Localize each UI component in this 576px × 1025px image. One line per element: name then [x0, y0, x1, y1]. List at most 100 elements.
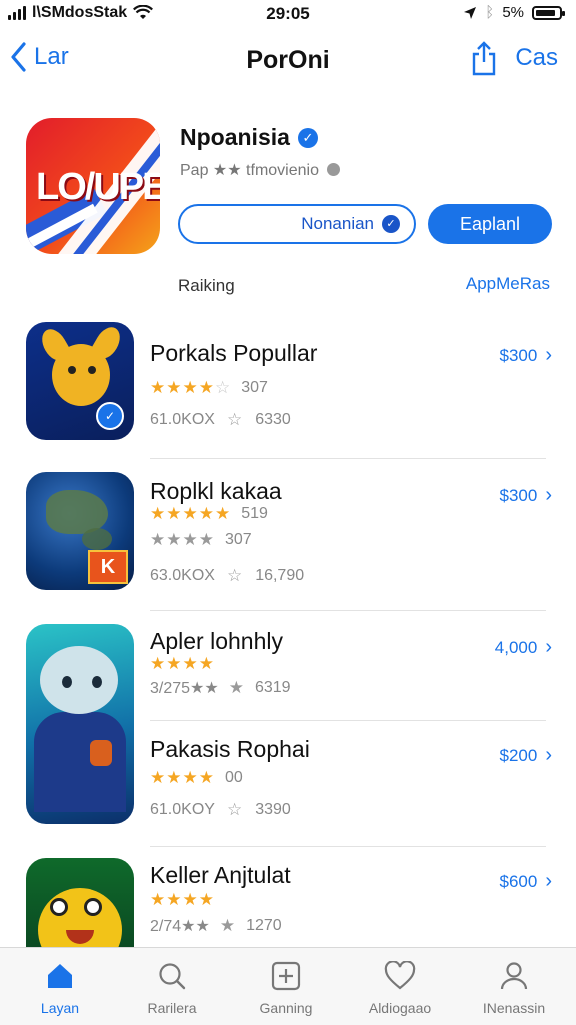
chevron-right-icon: › [545, 870, 552, 892]
star-icon: ☆ [226, 410, 244, 429]
rating-line: ★★★★☆ 307 [150, 378, 268, 398]
nav-right-button[interactable]: Cas [515, 44, 558, 72]
meta-line: 63.0KOX ☆ 16,790 [150, 566, 304, 586]
rating-line: ★★★★ 00 [150, 768, 243, 788]
status-right: ᛒ 5% [463, 4, 565, 21]
meta-line: 2/74★★ ★ 1270 [150, 916, 282, 936]
featured-app-icon[interactable]: LO/UPE [26, 118, 160, 254]
meta-left: 3/275★★ [150, 680, 219, 697]
meta-right: 1270 [246, 917, 282, 934]
section-label: Raiking [178, 276, 235, 295]
featured-icon-logo: LO/UPE [36, 166, 160, 208]
search-icon [159, 963, 186, 990]
fox-creature-icon: ✓ [26, 322, 134, 440]
app-price[interactable]: $600 › [500, 870, 553, 893]
primary-action-button[interactable]: Eaplanl [428, 204, 552, 244]
meta-line: 61.0KOX ☆ 6330 [150, 410, 291, 430]
home-icon [48, 964, 72, 988]
rating-count: 519 [241, 505, 268, 522]
status-bar: l\SMdosStak 29:05 ᛒ 5% [0, 0, 576, 28]
battery-percent: 5% [502, 4, 524, 21]
chevron-right-icon: › [545, 484, 552, 506]
app-price-text: $200 [499, 745, 538, 765]
chevron-right-icon: › [545, 636, 552, 658]
app-name: Apler lohnhly [150, 628, 283, 654]
rating-count: 00 [224, 769, 243, 786]
location-arrow-icon [464, 6, 477, 19]
divider [150, 846, 546, 847]
meta-right: 6330 [255, 411, 291, 428]
app-name: Keller Anjtulat [150, 862, 291, 888]
star-icon: ☆ [226, 800, 244, 819]
app-price[interactable]: $200 › [500, 744, 553, 767]
featured-subtitle-text: Pap ★★ tfmovienio [180, 162, 319, 179]
divider [150, 610, 546, 611]
tab-favorites[interactable]: Aldiogaao [350, 958, 450, 1016]
app-price[interactable]: 4,000 › [495, 636, 552, 659]
divider [150, 720, 546, 721]
app-price[interactable]: $300 › [500, 484, 553, 507]
bluetooth-icon: ᛒ [485, 4, 495, 21]
verified-badge-icon: ✓ [96, 402, 124, 430]
app-price[interactable]: $300 › [500, 344, 553, 367]
list-item[interactable]: Pakasis Rophai $200 › ★★★★ 00 61.0KOY ☆ 3… [0, 732, 576, 832]
tab-label: Layan [40, 1000, 80, 1016]
section-link[interactable]: AppMeRas [466, 274, 550, 294]
tab-label: Ganning [259, 1000, 313, 1016]
meta-left: 61.0KOY [150, 801, 215, 818]
tab-bar: Layan Rarilera Ganning Aldiogaao INenass… [0, 947, 576, 1025]
app-name: Roplkl kakaa [150, 478, 282, 504]
featured-app-name[interactable]: Npoanisia ✓ [180, 124, 318, 151]
globe-icon: K [26, 472, 134, 590]
tab-search[interactable]: Rarilera [122, 958, 222, 1016]
meta-left: 61.0KOX [150, 411, 215, 428]
star-rating: ★★★★★ [150, 504, 232, 523]
list-item[interactable]: K Roplkl kakaa $300 › ★★★★★ 519 ★★★★ 307 … [0, 472, 576, 592]
star-rating: ★★★★ [150, 654, 215, 673]
star-rating: ★★★★ [150, 768, 215, 787]
tab-label: Rarilera [147, 1000, 197, 1016]
tab-create[interactable]: Ganning [236, 958, 336, 1016]
meta-left: 2/74★★ [150, 918, 210, 935]
yellow-chick-icon [26, 858, 134, 947]
battery-icon [532, 5, 565, 20]
battery-fill [536, 9, 555, 16]
star-icon: ★ [219, 916, 237, 935]
rating-count: 307 [241, 379, 268, 396]
list-item[interactable]: Apler lohnhly 4,000 › ★★★★ 3/275★★ ★ 6319 [0, 624, 576, 714]
star-rating: ★★★★ [150, 530, 215, 549]
featured-subtitle: Pap ★★ tfmovienio [180, 160, 341, 180]
list-item[interactable]: ✓ Porkals Popullar $300 › ★★★★☆ 307 61.0K… [0, 322, 576, 442]
meta-line: 3/275★★ ★ 6319 [150, 678, 291, 698]
star-rating: ★★★★☆ [150, 378, 232, 397]
meta-right: 16,790 [255, 567, 305, 584]
app-price-text: $600 [499, 871, 538, 891]
chevron-right-icon: › [545, 744, 552, 766]
nav-actions: Cas [471, 40, 558, 76]
secondary-action-button[interactable]: Nonanian ✓ [178, 204, 416, 244]
star-icon: ★ [228, 678, 245, 697]
plus-square-icon [271, 961, 301, 991]
rating-line: ★★★★ [150, 654, 215, 674]
rating-line-secondary: ★★★★ 307 [150, 530, 252, 550]
tab-profile[interactable]: INenassin [464, 958, 564, 1016]
app-name: Porkals Popullar [150, 340, 318, 366]
featured-name-text: Npoanisia [180, 124, 290, 150]
star-icon: ☆ [226, 566, 244, 585]
divider [150, 458, 546, 459]
secondary-action-label: Nonanian [301, 214, 374, 233]
verified-badge-icon: ✓ [297, 127, 318, 148]
tab-label: INenassin [482, 1000, 546, 1016]
list-item[interactable]: Keller Anjtulat $600 › ★★★★ 2/74★★ ★ 1270 [0, 858, 576, 948]
meta-line: 61.0KOY ☆ 3390 [150, 800, 291, 820]
star-rating: ★★★★ [150, 890, 215, 909]
rating-line: ★★★★★ 519 [150, 504, 268, 524]
app-price-text: 4,000 [494, 637, 538, 657]
share-icon[interactable] [471, 40, 497, 76]
chevron-right-icon: › [545, 344, 552, 366]
meta-right: 6319 [254, 679, 291, 696]
meta-right: 3390 [255, 801, 291, 818]
app-price-text: $300 [499, 485, 538, 505]
tab-home[interactable]: Layan [10, 958, 110, 1016]
rating-line: ★★★★ [150, 890, 215, 910]
